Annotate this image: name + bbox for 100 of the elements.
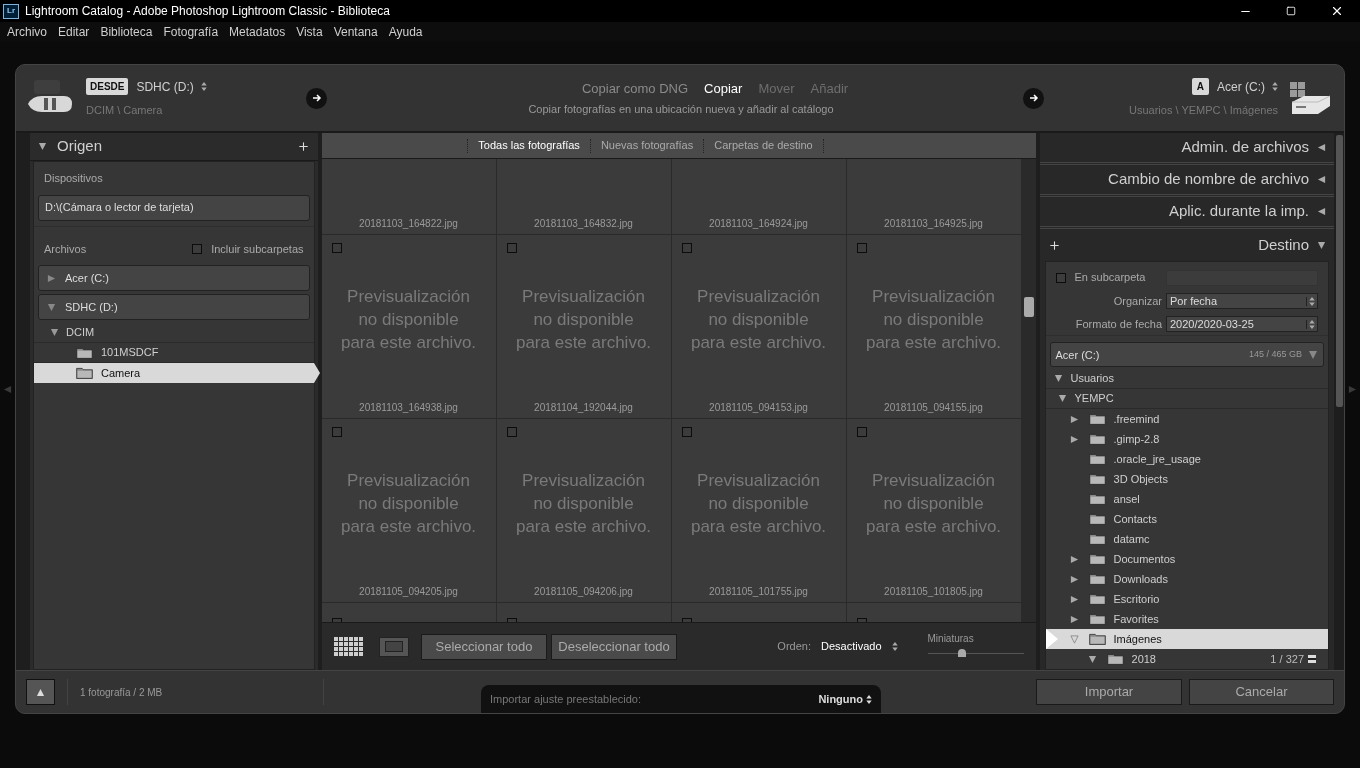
folder-tree-item[interactable]: Downloads (1045, 569, 1328, 589)
thumbnail-cell[interactable]: Previsualización no disponible para este archivo. 20181105_094205.jpg (321, 419, 497, 603)
next-arrow-button[interactable] (306, 87, 327, 109)
collapse-triangle-icon (1317, 143, 1326, 152)
collapse-triangle-icon (38, 142, 47, 151)
source-selector[interactable]: SDHC (D:) (136, 77, 207, 96)
checkbox[interactable] (681, 243, 692, 253)
folder-tree-item[interactable]: .freemind (1045, 409, 1328, 429)
menu-item[interactable]: Vista (296, 23, 323, 41)
source-label: DESDE (86, 78, 129, 96)
thumbnail-cell[interactable]: 20181103_164832.jpg (496, 159, 672, 235)
volume-button[interactable]: Acer (C:) 145 / 465 GB (1049, 342, 1324, 368)
folder-tree-item[interactable]: Contacts (1045, 509, 1328, 529)
volume-button[interactable]: SDHC (D:) (38, 294, 310, 320)
thumbnail-cell[interactable]: Previsualización no disponible para este archivo. 20181105_094155.jpg (846, 235, 1022, 419)
folder-icon (1088, 513, 1106, 525)
folder-tree-item[interactable]: 2018 1 / 327 (1045, 649, 1328, 669)
thumbnail-cell[interactable]: Previsualización no disponible para este archivo. 20181105_101805.jpg (846, 419, 1022, 603)
scrollbar[interactable] (1334, 133, 1344, 670)
folder-tree-item[interactable]: Favorites (1045, 609, 1328, 629)
organize-select[interactable]: Por fecha (1166, 293, 1318, 310)
checkbox[interactable] (856, 243, 867, 253)
checkbox[interactable] (331, 243, 342, 253)
import-button[interactable]: Importar (1036, 679, 1182, 705)
checkbox[interactable] (1055, 272, 1066, 283)
destination-selector[interactable]: Acer (C:) (1217, 77, 1278, 96)
date-format-select[interactable]: 2020/2020-03-25 (1166, 316, 1318, 333)
menu-item[interactable]: Ventana (333, 23, 378, 41)
folder-icon (1088, 453, 1106, 465)
panel-toggle-icon (3, 384, 12, 394)
folder-name: ansel (1113, 491, 1140, 507)
checkbox-label: En subcarpeta (1074, 270, 1146, 286)
thumbnail-size-slider[interactable] (927, 648, 1024, 657)
thumbnail-cell[interactable]: Previsualización no disponible para este archivo. 20181105_094206.jpg (496, 419, 672, 603)
next-arrow-button[interactable] (1023, 87, 1044, 109)
import-mode-tab[interactable]: Copiar como DNG (581, 79, 689, 99)
menu-item[interactable]: Archivo (7, 23, 47, 41)
thumbnail-cell[interactable]: 20181103_164924.jpg (671, 159, 847, 235)
add-icon[interactable] (1047, 238, 1061, 252)
folder-icon (1088, 473, 1106, 485)
maximize-icon[interactable] (1286, 6, 1296, 16)
folder-tree-item[interactable]: Imágenes (1045, 629, 1328, 649)
folder-name: Favorites (1113, 611, 1159, 627)
folder-tree-item[interactable]: 3D Objects (1045, 469, 1328, 489)
folder-tree-item[interactable]: DCIM (34, 323, 314, 343)
menu-item[interactable]: Biblioteca (100, 23, 153, 41)
file-name: 20181103_164832.jpg (534, 217, 633, 231)
thumbnail-cell[interactable]: Previsualización no disponible para este archivo. 20181105_094153.jpg (671, 235, 847, 419)
file-name: 20181105_094153.jpg (708, 401, 809, 415)
loupe-view-button[interactable] (378, 636, 409, 657)
folder-icon (1088, 633, 1106, 645)
menu-item[interactable]: Fotografía (163, 23, 219, 41)
folder-icon (1088, 433, 1106, 445)
sort-label: Orden: (777, 639, 811, 655)
up-down-arrows-icon (1309, 319, 1315, 329)
folder-icon (1088, 593, 1106, 605)
menu-item[interactable]: Editar (58, 23, 90, 41)
checkbox[interactable] (856, 427, 867, 437)
close-icon[interactable] (1330, 4, 1344, 18)
import-preset-bar[interactable]: Importar ajuste preestablecido: Ninguno (481, 685, 881, 713)
checkbox[interactable] (331, 427, 342, 437)
filter-tab[interactable]: Todas las fotografías (473, 137, 585, 154)
import-mode-tab[interactable]: Copiar (704, 79, 743, 99)
thumbnail-cell[interactable]: 20181103_164822.jpg (321, 159, 497, 235)
thumbnail-cell[interactable]: Previsualización no disponible para este archivo. 20181103_164938.jpg (321, 235, 497, 419)
panel-title[interactable]: Origen (57, 135, 103, 158)
up-down-arrows-icon (200, 82, 207, 92)
grid-view-icon[interactable] (333, 636, 364, 657)
thumbnail-cell[interactable]: Previsualización no disponible para este archivo. 20181105_101755.jpg (671, 419, 847, 603)
thumbnail-cell[interactable]: Previsualización no disponible para este archivo. 20181104_192044.jpg (496, 235, 672, 419)
folder-tree-item[interactable]: Documentos (1045, 549, 1328, 569)
collapse-icon[interactable] (1308, 655, 1316, 663)
folder-icon (76, 346, 93, 359)
thumbnail-cell[interactable]: 20181103_164925.jpg (846, 159, 1022, 235)
checkbox[interactable] (506, 427, 517, 437)
add-icon[interactable] (296, 140, 310, 153)
cancel-button[interactable]: Cancelar (1189, 679, 1334, 705)
menu-item[interactable]: Ayuda (388, 23, 423, 41)
folder-tree-item[interactable]: .gimp-2.8 (1045, 429, 1328, 449)
folder-tree-item[interactable]: datamc (1045, 529, 1328, 549)
slider-thumb[interactable] (958, 648, 967, 657)
selection-pointer-icon (313, 363, 320, 383)
folder-tree-item[interactable]: .oracle_jre_usage (1045, 449, 1328, 469)
filter-tab[interactable]: Carpetas de destino (709, 137, 818, 154)
volume-button[interactable]: Acer (C:) (38, 265, 310, 291)
device-button[interactable]: D:\(Cámara o lector de tarjeta) (38, 194, 310, 221)
slider-label: Miniaturas (927, 631, 975, 646)
sort-selector[interactable]: Desactivado (820, 638, 898, 655)
checkbox[interactable] (192, 243, 203, 254)
select-all-button[interactable]: Seleccionar todo (420, 633, 548, 660)
filter-tab[interactable]: Nuevas fotografías (595, 137, 699, 154)
folder-tree-item[interactable]: ansel (1045, 489, 1328, 509)
expand-panel-button[interactable] (26, 679, 55, 705)
checkbox[interactable] (506, 243, 517, 253)
panel-header[interactable]: Destino (1039, 229, 1334, 261)
checkbox[interactable] (681, 427, 692, 437)
up-down-arrows-icon (1272, 82, 1278, 92)
menu-item[interactable]: Metadatos (229, 23, 286, 41)
folder-tree-item[interactable]: Escritorio (1045, 589, 1328, 609)
deselect-all-button[interactable]: Deseleccionar todo (551, 633, 677, 660)
